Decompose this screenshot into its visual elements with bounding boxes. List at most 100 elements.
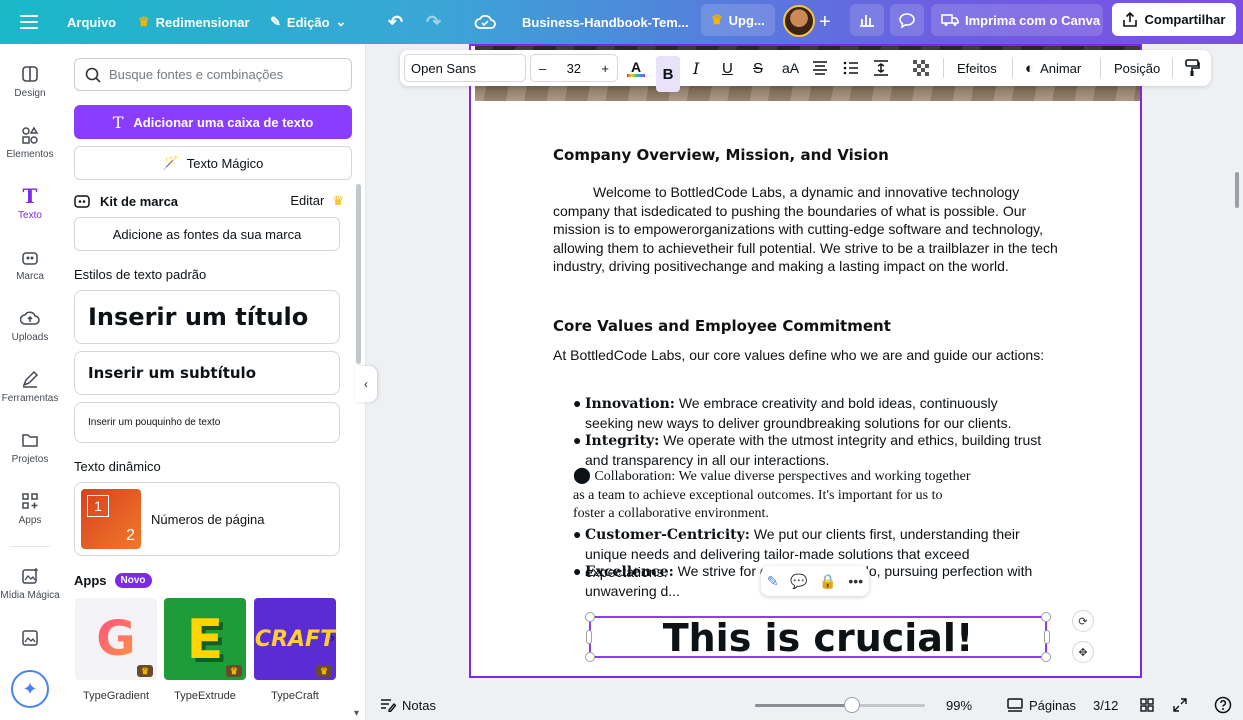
rail-item-magic-media[interactable]: Mídia Mágica xyxy=(0,566,60,601)
transparency-icon[interactable] xyxy=(913,50,929,86)
zoom-slider[interactable] xyxy=(755,697,925,713)
resize-handle[interactable] xyxy=(585,652,595,662)
heading-core-values[interactable]: Core Values and Employee Commitment xyxy=(553,317,891,335)
redo-icon[interactable]: ↷ xyxy=(426,0,441,44)
rail-item-tools[interactable]: Ferramentas xyxy=(0,369,60,404)
app-name: TypeExtrude xyxy=(174,690,236,702)
resize-handle[interactable] xyxy=(1041,652,1051,662)
bold-icon[interactable]: B xyxy=(656,56,680,92)
magic-edit-icon[interactable]: ✎ xyxy=(767,573,779,590)
rail-item-text[interactable]: T Texto xyxy=(0,184,60,221)
app-card[interactable]: CRAFT ♛ TypeCraft xyxy=(254,598,336,702)
page-numbers-label: Números de página xyxy=(151,511,265,527)
heading-company-overview[interactable]: Company Overview, Mission, and Vision xyxy=(553,146,889,164)
rail-item-photos[interactable] xyxy=(0,628,60,648)
rail-item-apps[interactable]: Apps xyxy=(0,491,60,526)
edit-mode-button[interactable]: ✎ Edição ⌄ xyxy=(270,0,346,44)
list-item[interactable]: ● Innovation: We embrace creativity and … xyxy=(573,394,1043,432)
resize-button[interactable]: ♛ Redimensionar xyxy=(138,0,250,44)
panel-scrollbar[interactable] xyxy=(356,184,361,364)
notes-button[interactable]: Notas xyxy=(380,690,436,720)
crown-icon: ♛ xyxy=(138,14,150,29)
rail-item-design[interactable]: Design xyxy=(0,64,60,99)
print-with-canva-button[interactable]: Imprima com o Canva xyxy=(931,4,1103,36)
more-options-icon[interactable]: ••• xyxy=(848,573,863,589)
rail-item-projects[interactable]: Projetos xyxy=(0,430,60,465)
search-input[interactable] xyxy=(109,67,339,82)
align-center-icon[interactable] xyxy=(812,50,828,86)
effects-button[interactable]: Efeitos xyxy=(957,50,997,86)
insert-subtitle-button[interactable]: Inserir um subtítulo xyxy=(74,351,340,395)
lock-icon[interactable]: 🔒 xyxy=(819,573,836,590)
list-item[interactable]: ⬤ Collaboration: We value diverse perspe… xyxy=(573,467,973,524)
canvas-scrollbar[interactable] xyxy=(1235,172,1239,208)
rail-item-elements[interactable]: Elementos xyxy=(0,125,60,160)
menu-icon[interactable] xyxy=(20,0,38,44)
collapse-panel-button[interactable]: ‹ xyxy=(355,366,377,402)
rail-item-brand[interactable]: Marca xyxy=(0,247,60,282)
file-menu[interactable]: Arquivo xyxy=(67,0,116,44)
strikethrough-icon[interactable]: S xyxy=(753,50,763,86)
resize-handle[interactable] xyxy=(586,630,592,644)
insert-body-button[interactable]: Inserir um pouquinho de texto xyxy=(74,402,340,443)
value-term: Innovation: xyxy=(585,396,675,412)
zoom-level[interactable]: 99% xyxy=(946,690,972,720)
font-size-value[interactable]: 32 xyxy=(567,61,581,76)
decrease-size-icon[interactable]: – xyxy=(539,61,546,76)
canvas-page[interactable]: Company Overview, Mission, and Vision We… xyxy=(469,44,1142,678)
font-size-stepper[interactable]: – 32 + xyxy=(530,54,618,82)
list-icon[interactable] xyxy=(843,50,859,86)
page-numbers-card[interactable]: 12 Números de página xyxy=(74,482,340,556)
analytics-icon[interactable] xyxy=(850,4,884,36)
paragraph-core-values[interactable]: At BottledCode Labs, our core values def… xyxy=(553,346,1073,365)
position-button[interactable]: Posição xyxy=(1114,50,1160,86)
app-card[interactable]: G ♛ TypeGradient xyxy=(75,598,157,702)
animate-button[interactable]: ◐ Animar xyxy=(1025,50,1081,86)
add-textbox-button[interactable]: T Adicionar uma caixa de texto xyxy=(74,105,352,139)
letter-case-icon[interactable]: aA xyxy=(782,50,799,86)
share-label: Compartilhar xyxy=(1144,12,1226,27)
add-brand-fonts-button[interactable]: Adicione as fontes da sua marca xyxy=(74,217,340,251)
font-search[interactable] xyxy=(74,58,352,91)
rotate-icon[interactable]: ⟳ xyxy=(1072,610,1094,632)
add-comment-icon[interactable]: 💬 xyxy=(790,573,807,590)
magic-assistant-icon[interactable]: ✦ xyxy=(11,670,49,708)
list-item[interactable]: ● Integrity: We operate with the utmost … xyxy=(573,431,1043,469)
resize-handle[interactable] xyxy=(1044,630,1050,644)
resize-handle[interactable] xyxy=(585,612,595,622)
insert-title-button[interactable]: Inserir um título xyxy=(74,290,340,344)
undo-icon[interactable]: ↶ xyxy=(388,0,403,44)
app-card[interactable]: E ♛ TypeExtrude xyxy=(164,598,246,702)
move-icon[interactable]: ✥ xyxy=(1072,641,1094,663)
page-count[interactable]: 3/12 xyxy=(1093,690,1118,720)
copy-style-icon[interactable] xyxy=(1184,50,1200,86)
pages-button[interactable]: Páginas xyxy=(1007,690,1076,720)
footer-bar: Notas 99% Páginas 3/12 xyxy=(366,690,1243,720)
font-selector[interactable]: Open Sans xyxy=(404,54,526,82)
cloud-sync-icon[interactable] xyxy=(474,0,496,44)
grid-view-icon[interactable] xyxy=(1140,690,1154,720)
text-color-icon[interactable]: A xyxy=(627,50,645,86)
fullscreen-icon[interactable] xyxy=(1173,690,1187,720)
spacing-icon[interactable] xyxy=(873,50,889,86)
paragraph-overview[interactable]: Welcome to BottledCode Labs, a dynamic a… xyxy=(553,183,1063,276)
scroll-down-icon[interactable]: ▾ xyxy=(354,708,359,719)
add-brand-fonts-label: Adicione as fontes da sua marca xyxy=(112,226,302,242)
italic-icon[interactable]: I xyxy=(693,50,699,86)
chevron-right-icon[interactable]: › xyxy=(330,629,335,645)
zoom-slider-handle[interactable] xyxy=(843,697,860,713)
comment-icon[interactable] xyxy=(890,4,924,36)
add-collaborator-icon[interactable]: + xyxy=(819,0,831,44)
rail-item-uploads[interactable]: Uploads xyxy=(0,308,60,343)
new-badge: Novo xyxy=(114,573,152,588)
brand-edit-link[interactable]: Editar ♛ xyxy=(290,193,344,209)
increase-size-icon[interactable]: + xyxy=(601,61,609,76)
upgrade-button[interactable]: ♛ Upg... xyxy=(701,4,775,36)
share-button[interactable]: Compartilhar xyxy=(1112,3,1236,36)
avatar[interactable] xyxy=(783,5,815,37)
resize-handle[interactable] xyxy=(1041,612,1051,622)
help-icon[interactable] xyxy=(1214,690,1232,720)
underline-icon[interactable]: U xyxy=(722,50,733,86)
document-title[interactable]: Business-Handbook-Tem... xyxy=(522,0,689,44)
magic-text-button[interactable]: 🪄 Texto Mágico xyxy=(74,146,352,180)
